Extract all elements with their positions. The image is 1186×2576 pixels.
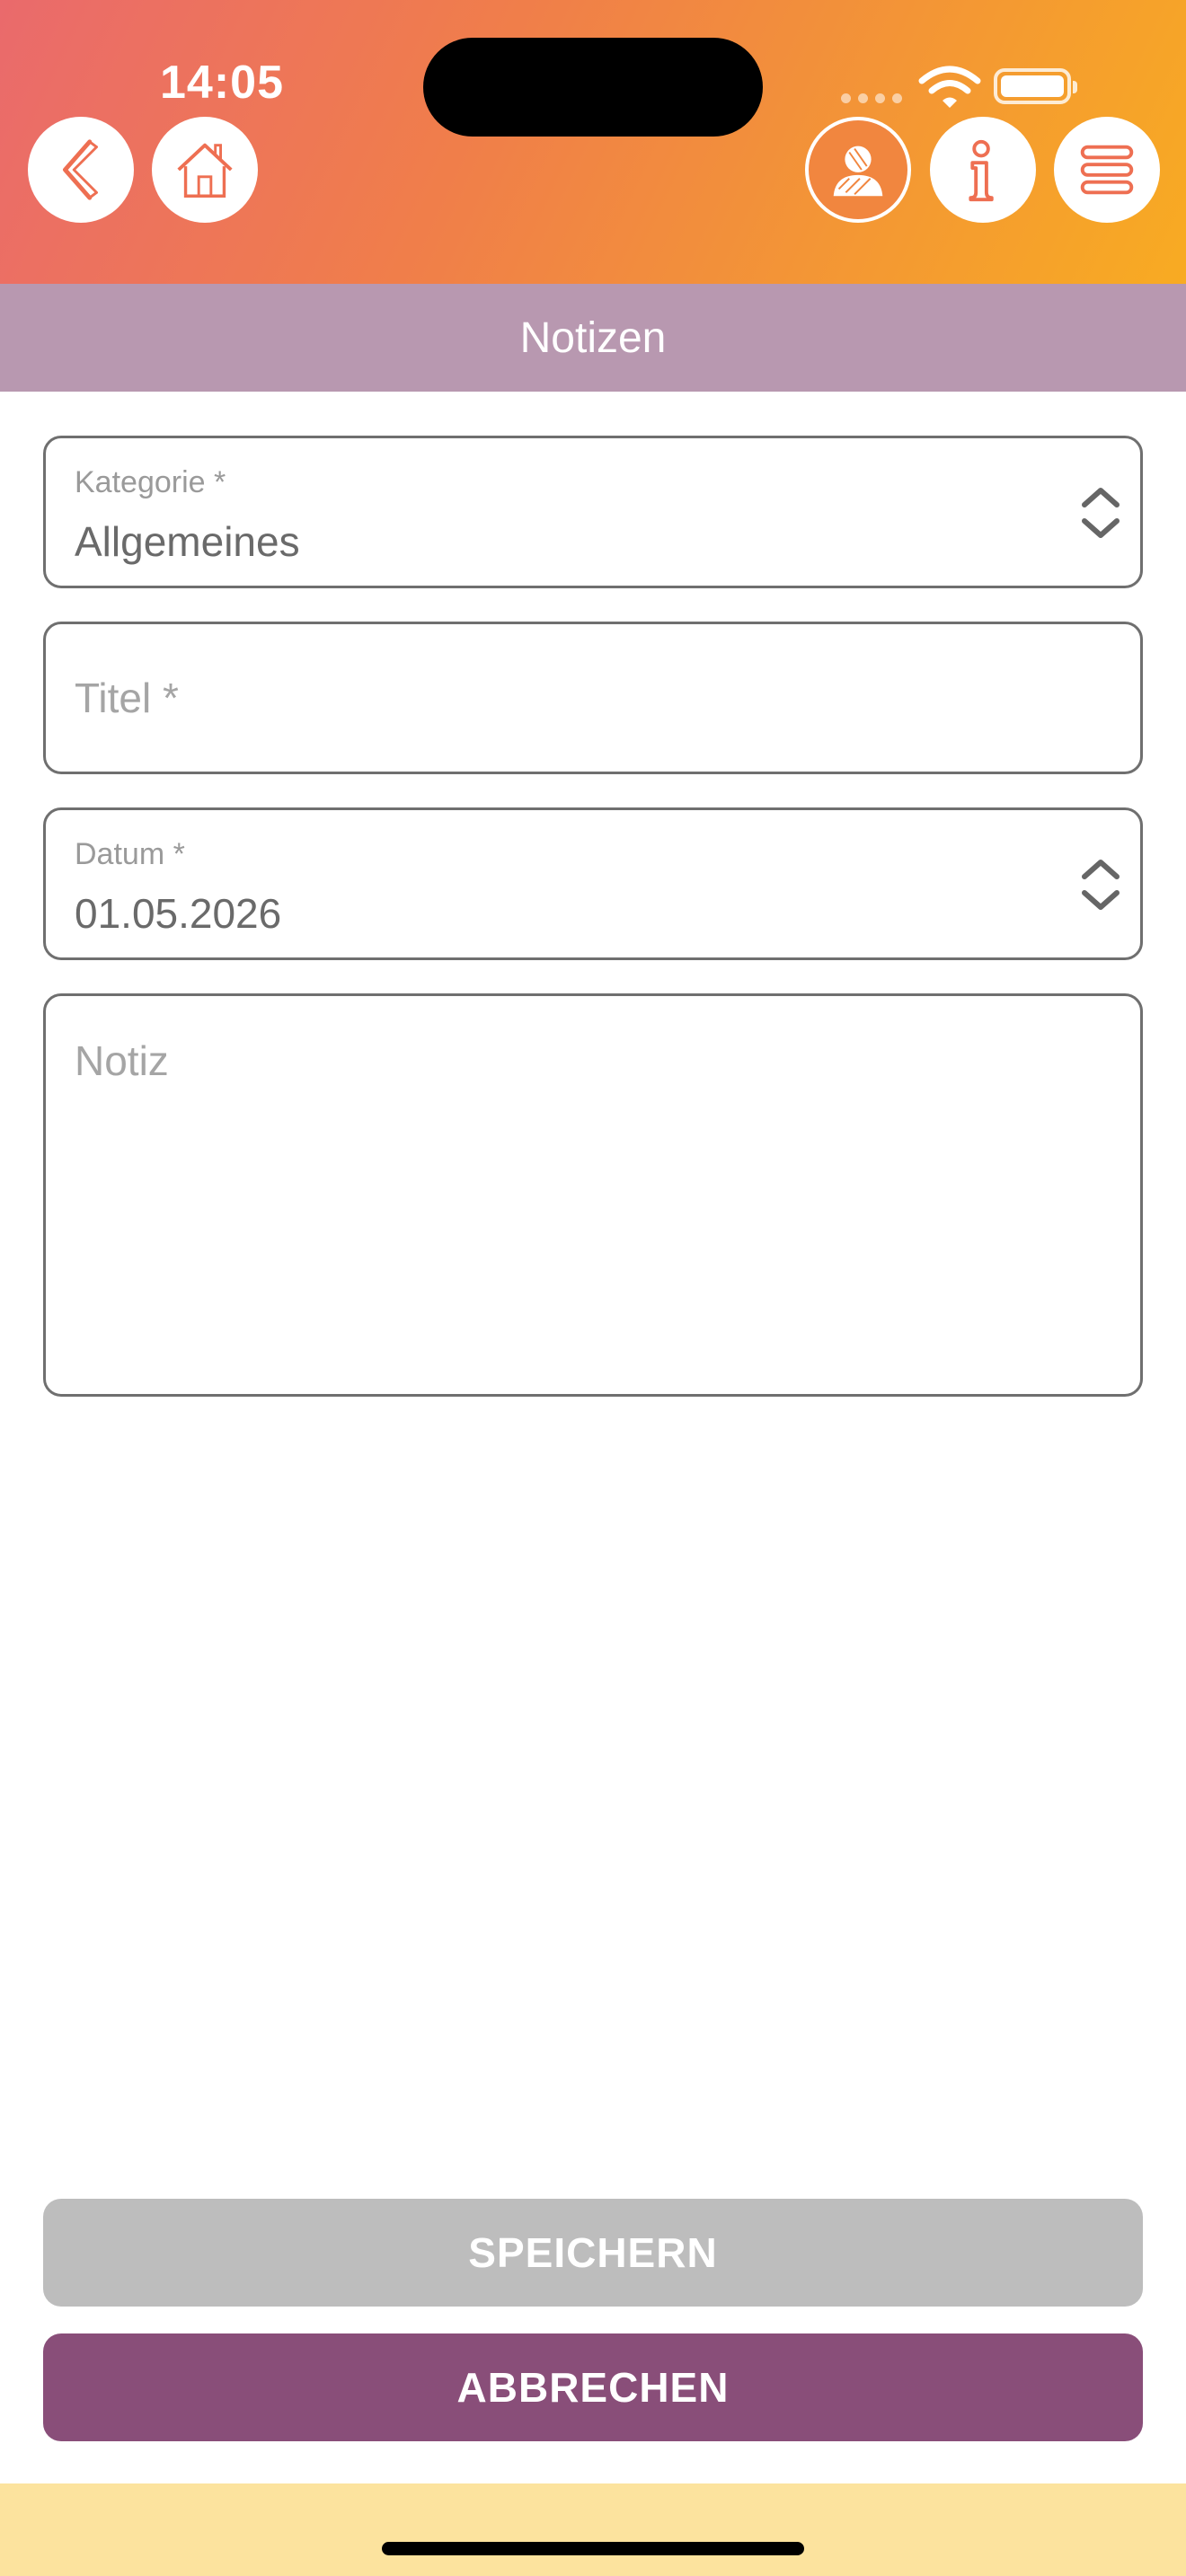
datum-label: Datum * [75,837,185,871]
bottom-bar [0,2483,1186,2576]
titel-input[interactable]: Titel * [43,622,1143,774]
notiz-placeholder: Notiz [75,1037,169,1084]
home-icon [177,143,233,198]
home-indicator[interactable] [382,2542,804,2555]
datum-picker[interactable]: Datum * 01.05.2026 [43,807,1143,960]
info-button[interactable] [930,117,1036,223]
battery-icon [994,68,1077,104]
kategorie-label: Kategorie * [75,465,226,499]
back-arrow-icon [63,139,99,200]
notiz-textarea[interactable]: Notiz [43,993,1143,1397]
cellular-signal-icon [841,93,902,103]
kategorie-value: Allgemeines [75,518,300,565]
save-button[interactable]: SPEICHERN [43,2199,1143,2307]
page-title: Notizen [0,284,1186,392]
status-time: 14:05 [160,57,284,109]
info-icon [969,139,994,202]
dynamic-island [423,38,763,137]
back-button[interactable] [28,117,134,223]
menu-icon [1080,145,1134,195]
notes-edit-screen: 14:05 Notizen Kategorie * Allgemeines Ti… [0,0,1186,2576]
home-button[interactable] [152,117,258,223]
menu-button[interactable] [1054,117,1160,223]
status-icons [836,63,1087,108]
profile-button[interactable] [805,117,911,223]
cancel-button[interactable]: ABBRECHEN [43,2333,1143,2441]
chevron-up-down-icon [1082,860,1120,910]
app-header: 14:05 [0,0,1186,284]
chevron-up-down-icon [1082,488,1120,538]
titel-placeholder: Titel * [75,675,179,721]
user-icon [833,146,883,197]
wifi-icon [918,66,981,108]
kategorie-select[interactable]: Kategorie * Allgemeines [43,436,1143,588]
datum-value: 01.05.2026 [75,890,282,937]
